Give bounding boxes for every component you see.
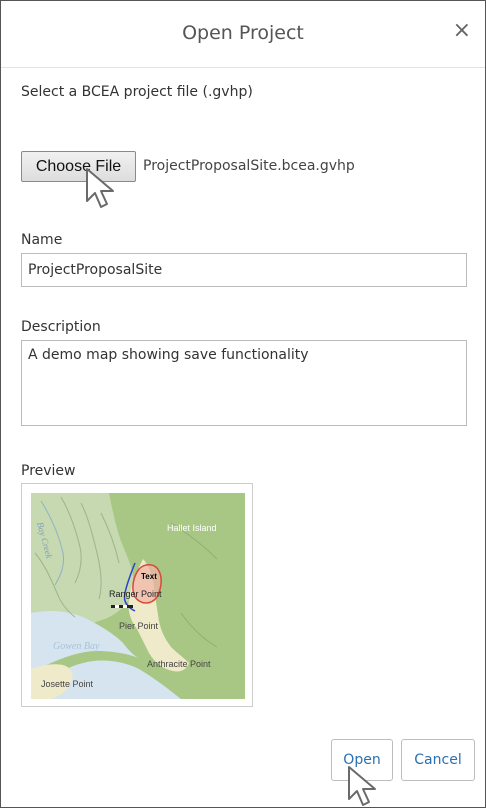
mouse-pointer-icon — [86, 168, 114, 208]
cancel-button[interactable]: Cancel — [401, 739, 475, 781]
map-label-gowen-bay: Gowen Bay — [53, 641, 100, 652]
map-label-text-marker: Text — [141, 572, 157, 581]
map-label-anthracite-point: Anthracite Point — [147, 659, 211, 669]
name-input[interactable] — [21, 253, 467, 287]
file-instruction: Select a BCEA project file (.gvhp) — [21, 84, 253, 100]
map-label-josette-point: Josette Point — [41, 679, 94, 689]
open-project-dialog: Open Project × Select a BCEA project fil… — [0, 0, 486, 808]
close-icon[interactable]: × — [453, 20, 471, 42]
dialog-title: Open Project — [182, 22, 304, 44]
description-label: Description — [21, 319, 101, 335]
map-label-pier-point: Pier Point — [119, 621, 159, 631]
preview-label: Preview — [21, 463, 76, 479]
mouse-pointer-icon — [348, 766, 376, 806]
preview-map-image: Hallet Island Text Ranger Point Pier Poi… — [31, 493, 245, 699]
description-textarea[interactable]: A demo map showing save functionality — [21, 340, 467, 426]
map-label-ranger-point: Ranger Point — [109, 589, 162, 599]
preview-frame: Hallet Island Text Ranger Point Pier Poi… — [21, 483, 253, 707]
dialog-header: Open Project × — [1, 1, 485, 68]
selected-file-name: ProjectProposalSite.bcea.gvhp — [143, 158, 355, 174]
name-label: Name — [21, 232, 63, 248]
map-label-hallet-island: Hallet Island — [167, 523, 217, 533]
